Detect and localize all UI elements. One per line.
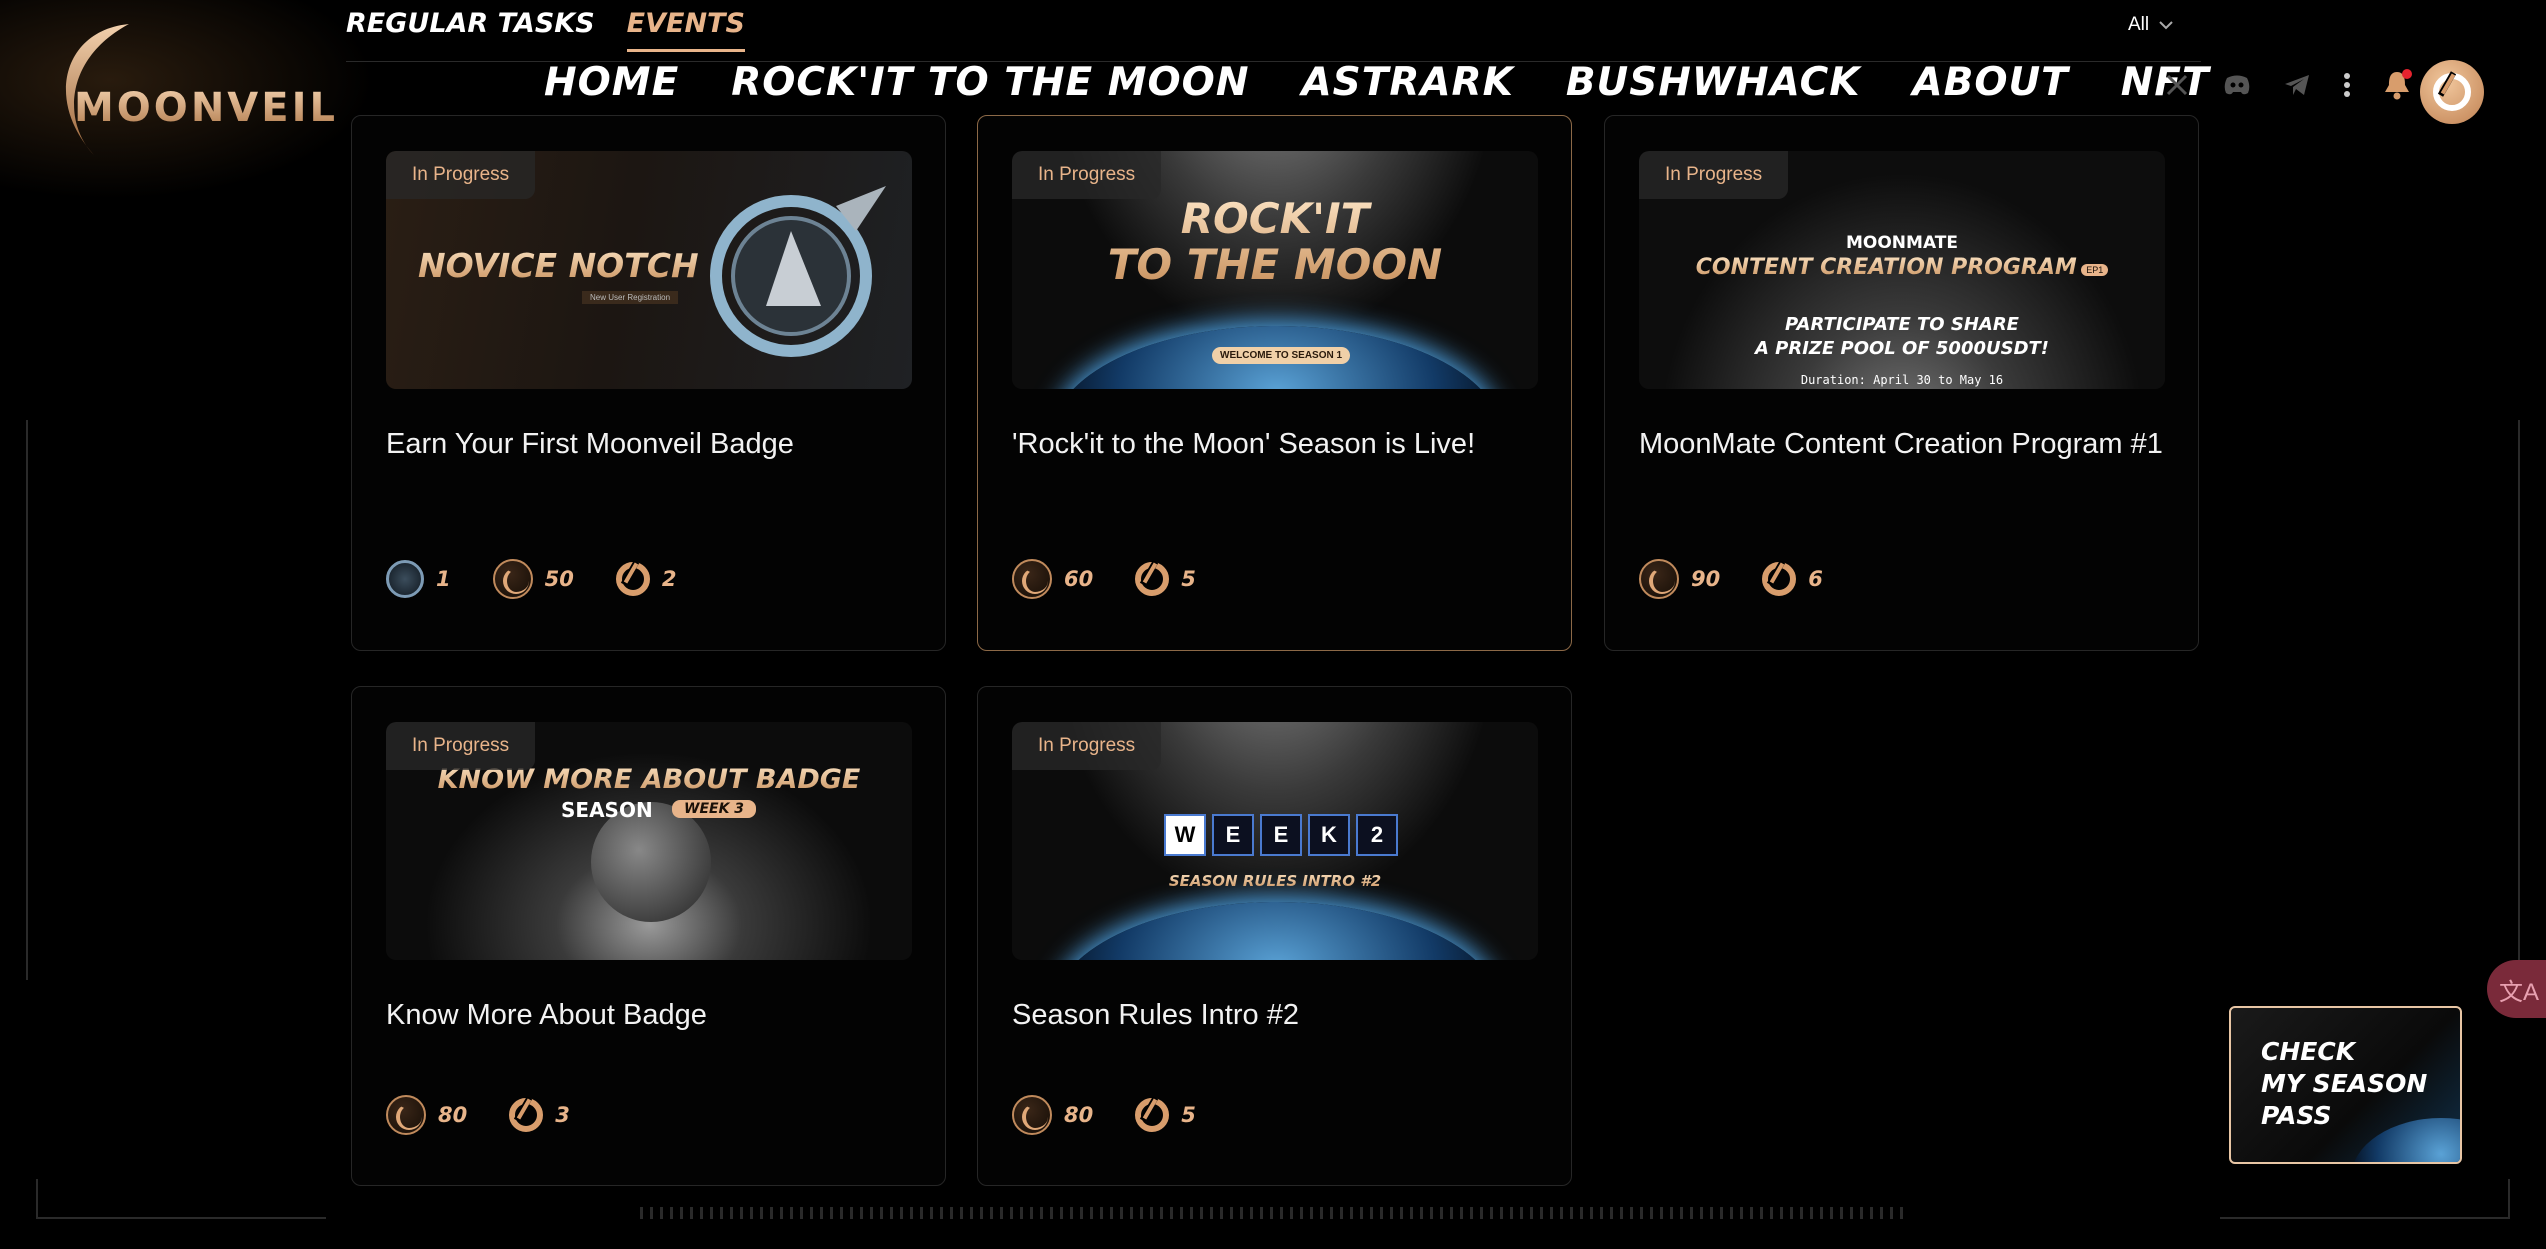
card-title: MoonMate Content Creation Program #1: [1639, 428, 2163, 460]
status-badge: In Progress: [386, 722, 536, 770]
card-title: Earn Your First Moonveil Badge: [386, 428, 794, 460]
telegram-icon[interactable]: [2280, 68, 2314, 102]
banner-subtitle: SEASON: [561, 798, 653, 822]
event-banner: W E E K 2 SEASON RULES INTRO #2 In Progr…: [1012, 722, 1538, 960]
banner-title: SEASON RULES INTRO #2: [1012, 872, 1538, 890]
brand-name: MOONVEIL: [74, 85, 338, 131]
ring-point-icon: [1135, 562, 1170, 596]
ring-point-icon: [1762, 562, 1797, 596]
task-tabs: REGULAR TASKS EVENTS: [346, 8, 745, 52]
ring-point-icon: [615, 562, 650, 596]
event-banner: NOVICE NOTCH New User Registration In Pr…: [386, 151, 912, 389]
moon-coin-icon: [386, 1095, 426, 1135]
filter-value: All: [2128, 14, 2150, 35]
moonveil-logo[interactable]: MOONVEIL: [44, 20, 335, 160]
banner-subtitle: New User Registration: [582, 291, 679, 304]
rewards: 80 5: [1012, 1095, 1196, 1135]
avatar-ring-icon: [2433, 73, 2471, 111]
reward-value: 60: [1064, 567, 1094, 591]
moon-coin-icon: [1012, 1095, 1052, 1135]
event-card[interactable]: MOONMATE CONTENT CREATION PROGRAM EP1 PA…: [1604, 115, 2199, 651]
reward-value: 80: [438, 1103, 468, 1127]
reward-value: 50: [544, 567, 574, 591]
filter-dropdown[interactable]: All: [2128, 14, 2173, 36]
earth-art: [1052, 902, 1502, 960]
banner-title: ROCK'IT TO THE MOON: [1012, 196, 1538, 288]
moon-coin-icon: [1639, 559, 1679, 599]
reward-value: 90: [1691, 567, 1721, 591]
main-nav: HOME ROCK'IT TO THE MOON ASTRARK BUSHWHA…: [544, 60, 2210, 105]
status-badge: In Progress: [1639, 151, 1789, 199]
event-banner: ROCK'IT TO THE MOON WELCOME TO SEASON 1 I…: [1012, 151, 1538, 389]
x-icon[interactable]: [2160, 68, 2194, 102]
reward-value: 2: [661, 567, 677, 591]
banner-text: PARTICIPATE TO SHARE A PRIZE POOL OF 5000…: [1754, 314, 2050, 359]
banner-title: NOVICE NOTCH: [418, 246, 699, 285]
event-banner: KNOW MORE ABOUT BADGE SEASON WEEK 3 In P…: [386, 722, 912, 960]
ring-point-icon: [509, 1098, 544, 1132]
card-title: Season Rules Intro #2: [1012, 999, 1299, 1031]
moon-coin-icon: [492, 559, 533, 599]
card-title: 'Rock'it to the Moon' Season is Live!: [1012, 428, 1476, 460]
badge-reward-icon: [386, 560, 424, 598]
chevron-down-icon: [2159, 21, 2173, 30]
tab-regular-tasks[interactable]: REGULAR TASKS: [346, 8, 595, 52]
discord-icon[interactable]: [2220, 68, 2254, 102]
status-badge: In Progress: [386, 151, 536, 199]
reward-value: 80: [1064, 1103, 1094, 1127]
rewards: 60 5: [1012, 559, 1196, 599]
moon-coin-icon: [1012, 559, 1052, 599]
banner-subtitle: MOONMATE: [1845, 233, 1958, 253]
reward-value: 6: [1808, 567, 1823, 591]
bell-icon[interactable]: [2380, 68, 2414, 102]
event-card[interactable]: ROCK'IT TO THE MOON WELCOME TO SEASON 1 I…: [977, 115, 1572, 651]
ring-point-icon: [1135, 1098, 1170, 1132]
tab-events[interactable]: EVENTS: [626, 8, 745, 52]
event-card[interactable]: KNOW MORE ABOUT BADGE SEASON WEEK 3 In P…: [351, 686, 946, 1186]
more-vertical-icon[interactable]: [2340, 68, 2354, 102]
user-avatar[interactable]: [2420, 60, 2484, 124]
event-card[interactable]: W E E K 2 SEASON RULES INTRO #2 In Progr…: [977, 686, 1572, 1186]
nav-astrark[interactable]: ASTRARK: [1301, 60, 1513, 105]
banner-title-row: CONTENT CREATION PROGRAM EP1: [1639, 255, 2165, 280]
week-letters: W E E K 2: [1164, 814, 1398, 856]
banner-subtitle: WELCOME TO SEASON 1: [1212, 347, 1351, 364]
status-badge: In Progress: [1012, 722, 1162, 770]
reward-value: 5: [1181, 567, 1196, 591]
nav-rockit[interactable]: ROCK'IT TO THE MOON: [731, 60, 1249, 105]
check-season-pass-button[interactable]: CHECK MY SEASON PASS: [2229, 1006, 2462, 1164]
reward-value: 3: [555, 1103, 570, 1127]
rewards: 80 3: [386, 1095, 570, 1135]
badge-art-icon: [710, 186, 886, 357]
nav-bushwhack[interactable]: BUSHWHACK: [1566, 60, 1861, 105]
banner-duration: Duration: April 30 to May 16: [1800, 373, 2004, 387]
nav-about[interactable]: ABOUT: [1912, 60, 2068, 105]
card-title: Know More About Badge: [386, 999, 707, 1031]
status-badge: In Progress: [1012, 151, 1162, 199]
season-pass-label: CHECK MY SEASON PASS: [2261, 1037, 2428, 1130]
reward-value: 5: [1181, 1103, 1196, 1127]
translate-icon[interactable]: 文A: [2487, 960, 2546, 1018]
rewards: 90 6: [1639, 559, 1823, 599]
event-card[interactable]: NOVICE NOTCH New User Registration In Pr…: [351, 115, 946, 651]
rewards: 1 50 2: [386, 559, 676, 599]
reward-value: 1: [436, 567, 451, 591]
header-icons: [2160, 68, 2414, 102]
event-banner: MOONMATE CONTENT CREATION PROGRAM EP1 PA…: [1639, 151, 2165, 389]
banner-week: WEEK 3: [672, 800, 757, 818]
nav-home[interactable]: HOME: [544, 60, 679, 105]
